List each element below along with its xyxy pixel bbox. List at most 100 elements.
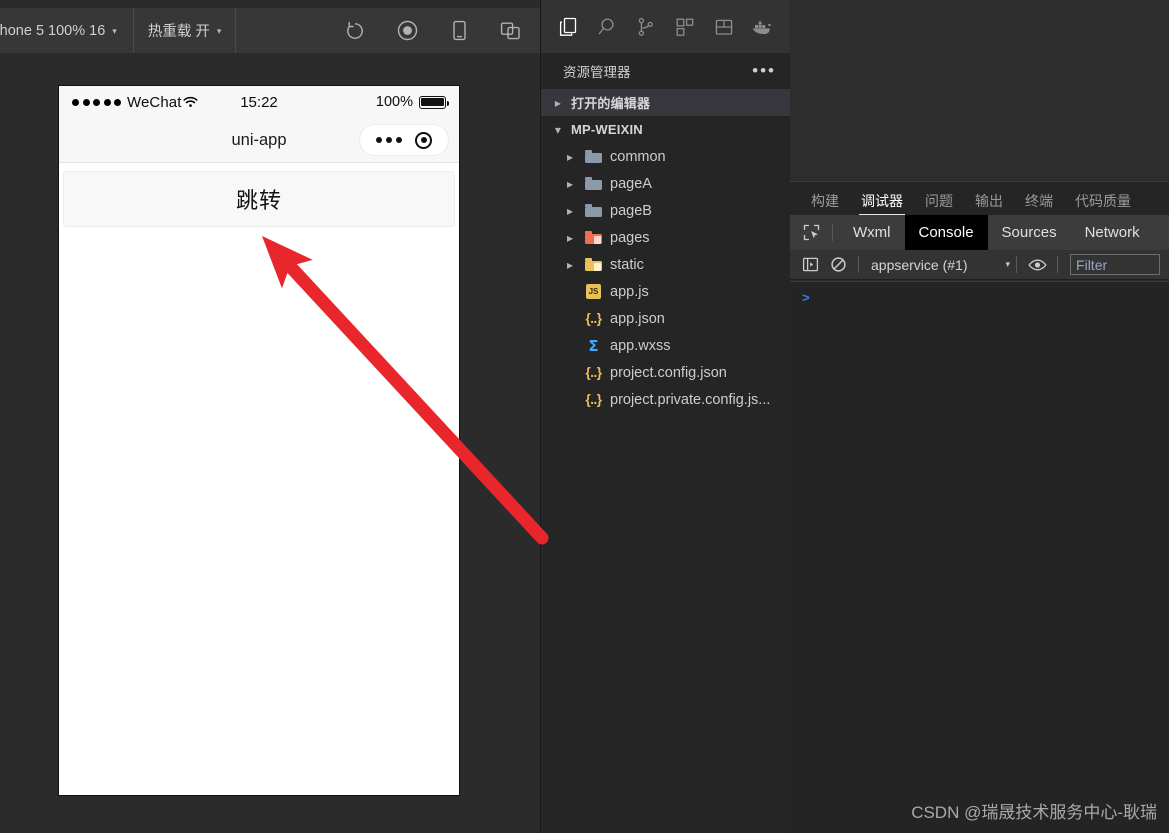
- simulator-toolbar-actions: [342, 18, 540, 44]
- capsule-buttons[interactable]: [359, 124, 449, 156]
- layout-icon[interactable]: [704, 7, 743, 47]
- divider: [1057, 256, 1059, 273]
- more-actions-icon[interactable]: •••: [752, 62, 776, 79]
- multi-window-icon[interactable]: [498, 18, 524, 44]
- source-control-icon[interactable]: [627, 7, 666, 47]
- sub-tab-network[interactable]: Network: [1071, 215, 1154, 250]
- divider: [1016, 256, 1018, 273]
- folder-blue-icon: [583, 150, 604, 163]
- tree-item-pageA[interactable]: pageA: [541, 170, 790, 197]
- tab-output[interactable]: 输出: [964, 194, 1014, 215]
- page-title: uni-app: [231, 130, 287, 149]
- jump-button[interactable]: 跳转: [63, 171, 455, 227]
- tree-item-pages[interactable]: pages: [541, 224, 790, 251]
- tab-terminal[interactable]: 终端: [1014, 194, 1064, 215]
- chevron-right-icon: [563, 258, 577, 272]
- folder-yellow-icon: [583, 258, 604, 271]
- refresh-icon[interactable]: [342, 18, 368, 44]
- tree-item-label: common: [610, 148, 666, 165]
- json-file-icon: {..}: [585, 392, 602, 407]
- phone-simulator-screen: WeChat 15:22 100% uni-app 跳转: [58, 85, 460, 796]
- tree-item-pageB[interactable]: pageB: [541, 197, 790, 224]
- tree-item-label: app.json: [610, 310, 665, 327]
- divider: [832, 224, 833, 241]
- tree-item-label: pageA: [610, 175, 652, 192]
- project-section[interactable]: MP-WEIXIN: [541, 116, 790, 143]
- tab-build[interactable]: 构建: [800, 194, 850, 215]
- js-file-icon: JS: [583, 284, 604, 299]
- battery-percent-label: 100%: [375, 94, 413, 110]
- sub-tab-console[interactable]: Console: [904, 215, 988, 250]
- sub-tab-wxml[interactable]: Wxml: [839, 215, 905, 250]
- eye-icon[interactable]: [1023, 250, 1051, 280]
- tree-item-common[interactable]: common: [541, 143, 790, 170]
- json-file-icon: {..}: [585, 365, 602, 380]
- panel-tab-bar: 构建 调试器 问题 输出 终端 代码质量: [790, 181, 1169, 215]
- csdn-watermark: CSDN @瑞晟技术服务中心-耿瑞: [911, 803, 1157, 822]
- tree-item-project-private-config[interactable]: {..} project.private.config.js...: [541, 386, 790, 413]
- activity-bar: [541, 0, 790, 53]
- battery-icon: [419, 95, 449, 109]
- explorer-title-bar: 资源管理器 •••: [541, 53, 790, 89]
- phone-nav-bar: uni-app: [59, 118, 459, 163]
- tree-item-label: project.private.config.js...: [610, 391, 771, 408]
- filter-input[interactable]: Filter: [1070, 254, 1161, 275]
- files-icon[interactable]: [549, 7, 588, 47]
- console-output-area[interactable]: >: [790, 281, 1169, 833]
- chevron-right-icon: [551, 96, 565, 110]
- json-file-icon: {..}: [585, 311, 602, 326]
- tree-item-app-wxss[interactable]: Σ app.wxss: [541, 332, 790, 359]
- docker-icon[interactable]: [743, 7, 782, 47]
- chevron-right-icon: [563, 204, 577, 218]
- tree-item-label: app.wxss: [610, 337, 671, 354]
- device-selector[interactable]: Phone 5 100% 16 ▾: [0, 8, 134, 53]
- target-circle-icon[interactable]: [415, 131, 433, 149]
- open-editors-label: 打开的编辑器: [571, 96, 651, 111]
- extensions-icon[interactable]: [665, 7, 704, 47]
- tree-item-static[interactable]: static: [541, 251, 790, 278]
- folder-red-icon: [583, 231, 604, 244]
- css-file-icon: Σ: [588, 336, 599, 355]
- inspect-cursor-icon[interactable]: [796, 215, 826, 250]
- search-icon[interactable]: [588, 7, 627, 47]
- chevron-down-icon: ▾: [1005, 259, 1011, 269]
- hot-reload-label: 热重载 开: [147, 24, 210, 40]
- console-context-selector[interactable]: appservice (#1) ▾: [865, 257, 1010, 273]
- chevron-right-icon: [563, 150, 577, 164]
- chevron-right-icon: [563, 231, 577, 245]
- chevron-right-icon: [563, 177, 577, 191]
- app-window: Phone 5 100% 16 ▾ 热重载 开 ▾ WeChat 15:22 1…: [0, 0, 1169, 833]
- tree-item-project-config[interactable]: {..} project.config.json: [541, 359, 790, 386]
- console-prompt-icon: >: [802, 290, 810, 305]
- tree-item-app-js[interactable]: JS app.js: [541, 278, 790, 305]
- hot-reload-selector[interactable]: 热重载 开 ▾: [134, 8, 237, 53]
- open-editors-section[interactable]: 打开的编辑器: [541, 89, 790, 116]
- more-dots-icon[interactable]: [375, 137, 402, 143]
- record-icon[interactable]: [394, 18, 420, 44]
- console-sidebar-icon[interactable]: [796, 250, 824, 280]
- tree-item-label: app.js: [610, 283, 649, 300]
- sub-tab-sources[interactable]: Sources: [988, 215, 1071, 250]
- device-icon[interactable]: [446, 18, 472, 44]
- carrier-label: WeChat: [127, 93, 182, 111]
- simulator-toolbar: Phone 5 100% 16 ▾ 热重载 开 ▾: [0, 8, 540, 53]
- chevron-down-icon: ▾: [216, 26, 222, 36]
- folder-blue-icon: [583, 204, 604, 217]
- tab-code-quality[interactable]: 代码质量: [1064, 194, 1142, 215]
- explorer-title: 资源管理器: [563, 65, 631, 80]
- devtools-sub-tab-bar: Wxml Console Sources Network: [790, 215, 1169, 250]
- console-toolbar: appservice (#1) ▾ Filter: [790, 250, 1169, 280]
- folder-blue-icon: [583, 177, 604, 190]
- chevron-down-icon: ▾: [112, 26, 117, 36]
- clear-console-icon[interactable]: [824, 250, 852, 280]
- tree-item-label: project.config.json: [610, 364, 727, 381]
- tab-problems[interactable]: 问题: [914, 194, 964, 215]
- tab-debugger[interactable]: 调试器: [850, 194, 914, 215]
- device-selector-label: Phone 5 100% 16: [0, 22, 106, 39]
- simulator-panel: Phone 5 100% 16 ▾ 热重载 开 ▾ WeChat 15:22 1…: [0, 0, 540, 833]
- tree-item-app-json[interactable]: {..} app.json: [541, 305, 790, 332]
- phone-page-content: 跳转: [59, 171, 459, 795]
- status-battery-group: 100%: [375, 94, 449, 110]
- chevron-down-icon: [551, 123, 565, 137]
- tree-item-label: pages: [610, 229, 650, 246]
